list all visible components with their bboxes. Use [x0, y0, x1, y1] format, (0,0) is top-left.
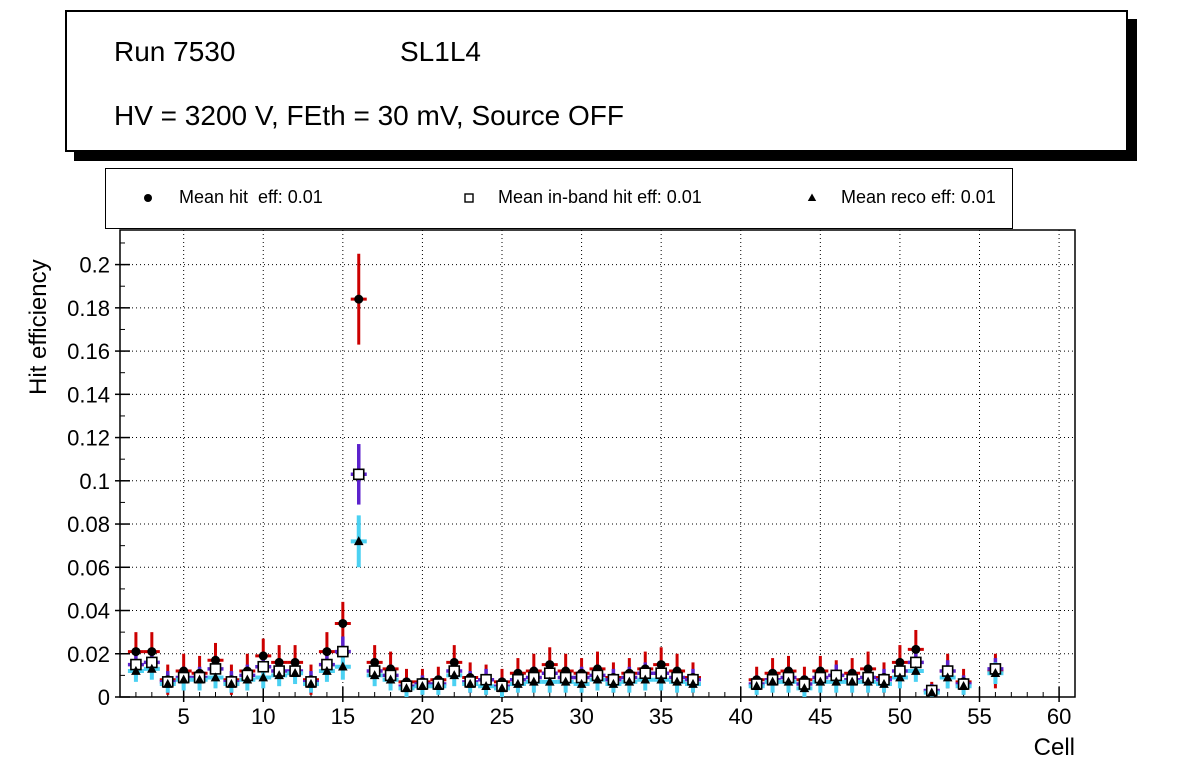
- x-tick-label: 45: [808, 704, 832, 729]
- x-tick-label: 60: [1047, 704, 1071, 729]
- data-point-hit: [338, 619, 347, 628]
- x-axis-title: Cell: [1034, 734, 1075, 761]
- x-tick-label: 5: [178, 704, 190, 729]
- y-tick-label: 0.12: [67, 426, 110, 451]
- y-tick-label: 0.02: [67, 642, 110, 667]
- data-point-inband: [354, 469, 364, 479]
- y-tick-label: 0.04: [67, 599, 110, 624]
- y-tick-label: 0.14: [67, 382, 110, 407]
- y-tick-label: 0: [98, 685, 110, 710]
- x-tick-label: 10: [251, 704, 275, 729]
- run-number-label: Run 7530: [114, 36, 235, 68]
- filled-circle-icon: [140, 190, 156, 206]
- y-tick-label: 0.08: [67, 512, 110, 537]
- chamber-label: SL1L4: [400, 36, 481, 68]
- conditions-label: HV = 3200 V, FEth = 30 mV, Source OFF: [114, 100, 624, 132]
- data-point-hit: [147, 647, 156, 656]
- data-point-hit: [322, 647, 331, 656]
- data-point-inband: [258, 662, 268, 672]
- data-point-inband: [338, 647, 348, 657]
- legend-label: Mean reco eff: 0.01: [841, 187, 996, 208]
- x-tick-label: 25: [490, 704, 514, 729]
- x-tick-label: 55: [967, 704, 991, 729]
- open-square-icon: [461, 190, 477, 206]
- y-tick-label: 0.06: [67, 555, 110, 580]
- legend-label: Mean hit eff: 0.01: [179, 187, 323, 208]
- legend-label: Mean in-band hit eff: 0.01: [498, 187, 702, 208]
- title-box: Run 7530 SL1L4 HV = 3200 V, FEth = 30 mV…: [65, 10, 1128, 152]
- filled-triangle-icon: [804, 190, 820, 206]
- data-point-hit: [259, 651, 268, 660]
- root-canvas: 5 10 15 20 25 30 35 40 45 50 55 60 0 0.02 0.04 0.06 0.08…: [0, 0, 1196, 772]
- y-tick-label: 0.1: [79, 469, 110, 494]
- legend: Mean hit eff: 0.01 Mean in-band hit eff:…: [105, 168, 1013, 229]
- data-point-hit: [354, 295, 363, 304]
- y-tick-label: 0.16: [67, 339, 110, 364]
- data-point-hit: [911, 645, 920, 654]
- x-tick-label: 35: [649, 704, 673, 729]
- y-tick-label: 0.2: [79, 253, 110, 278]
- x-tick-label: 15: [331, 704, 355, 729]
- x-tick-label: 40: [729, 704, 753, 729]
- x-tick-label: 30: [569, 704, 593, 729]
- x-tick-label: 20: [410, 704, 434, 729]
- y-tick-label: 0.18: [67, 296, 110, 321]
- x-tick-label: 50: [888, 704, 912, 729]
- y-axis-title: Hit efficiency: [25, 259, 52, 395]
- data-point-hit: [131, 647, 140, 656]
